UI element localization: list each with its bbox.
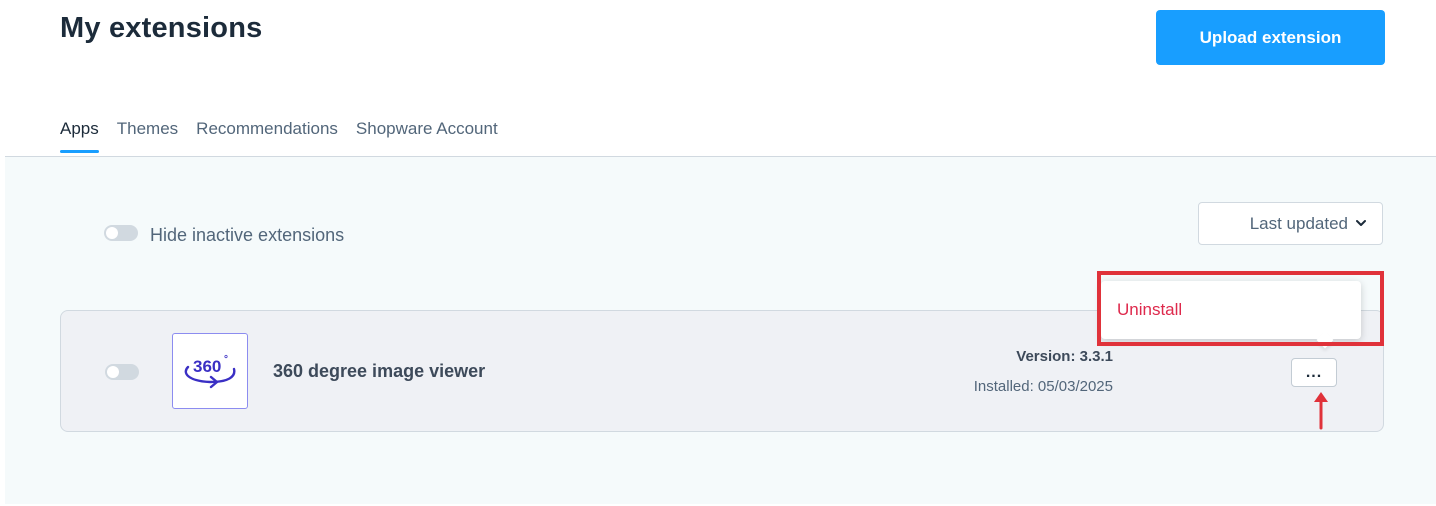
sort-select-label: Last updated <box>1249 213 1348 233</box>
extension-logo-icon: 360 ° <box>172 333 248 409</box>
icon-degree: ° <box>224 354 228 365</box>
extension-installed-date: Installed: 05/03/2025 <box>973 378 1113 395</box>
page-title: My extensions <box>60 12 263 44</box>
icon-text: 360 <box>193 357 221 376</box>
toggle-knob <box>106 227 118 239</box>
annotation-arrow-icon <box>1314 392 1328 430</box>
page: My extensions Upload extension Apps Them… <box>0 0 1436 506</box>
more-actions-button[interactable]: ... <box>1291 358 1337 387</box>
extension-version: Version: 3.3.1 <box>1016 348 1113 365</box>
upload-extension-button[interactable]: Upload extension <box>1156 10 1385 65</box>
chevron-down-icon <box>1356 218 1366 230</box>
tab-themes[interactable]: Themes <box>117 119 178 151</box>
hide-inactive-label: Hide inactive extensions <box>150 225 345 245</box>
toggle-knob <box>107 366 119 378</box>
tab-recommendations[interactable]: Recommendations <box>196 119 338 151</box>
annotation-highlight-box <box>1097 271 1384 346</box>
ellipsis-icon: ... <box>1305 363 1323 381</box>
sort-select[interactable]: Last updated <box>1198 202 1383 245</box>
tab-bar: Apps Themes Recommendations Shopware Acc… <box>60 119 516 153</box>
extension-active-toggle[interactable] <box>105 364 139 380</box>
tab-apps[interactable]: Apps <box>60 119 99 153</box>
tab-shopware-account[interactable]: Shopware Account <box>356 119 498 151</box>
extension-name: 360 degree image viewer <box>273 361 486 381</box>
hide-inactive-toggle[interactable] <box>104 225 138 241</box>
